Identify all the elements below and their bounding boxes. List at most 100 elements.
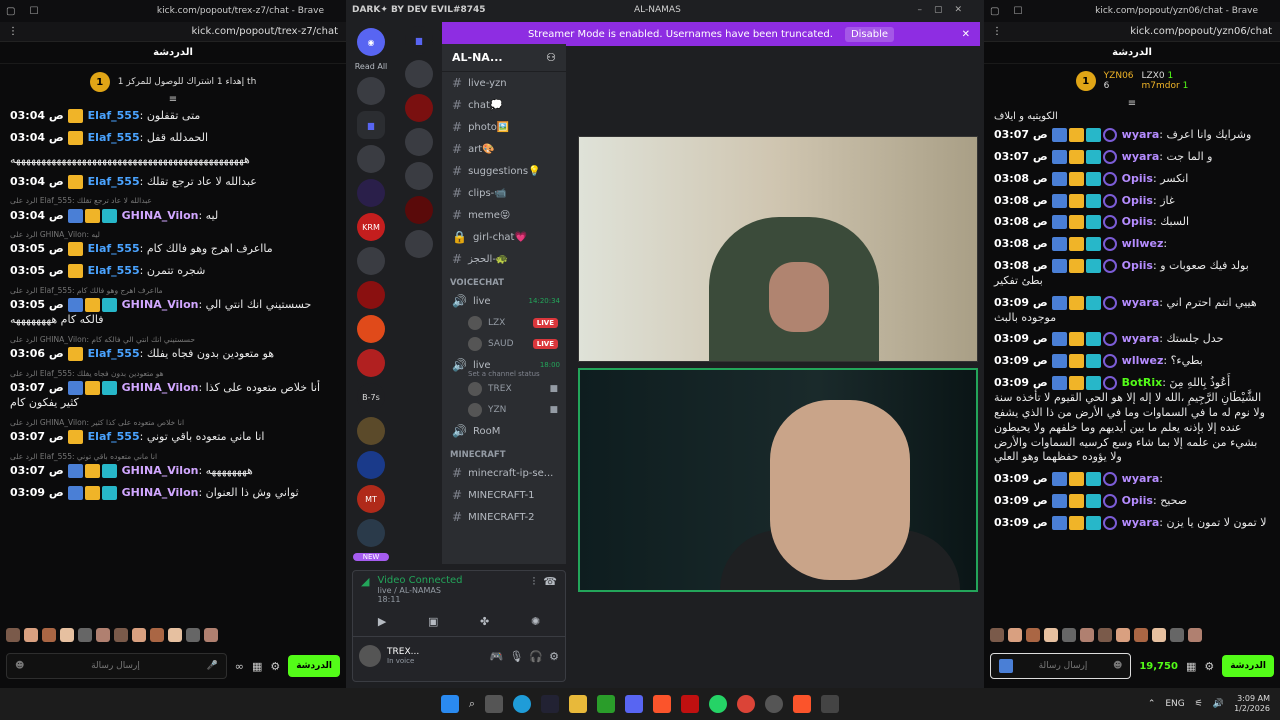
minecraft-category[interactable]: MINECRAFT [442,442,566,462]
voice-user[interactable]: TREX ■ [442,378,566,399]
minecraft-channel[interactable]: # minecraft-ip-se... [442,462,566,484]
chat-message[interactable]: 03:04 ص Elaf_555: متى تقفلون [10,109,336,124]
emote-icon[interactable] [42,628,56,642]
chat-message[interactable]: 03:09 ص wyara: لا تمون لا تمون يا يزن [994,515,1270,531]
emote-icon[interactable] [1188,628,1202,642]
minecraft-channel[interactable]: # MINECRAFT-1 [442,484,566,506]
text-channel[interactable]: 🔒 girl-chat💗 [442,226,566,248]
folder-guild-2[interactable] [405,94,433,122]
username[interactable]: wyara [1122,150,1160,163]
chat-message[interactable]: الرد على Elaf_555: مااعرف اهرج وهو فالك … [10,286,336,328]
emote-icon[interactable] [1152,628,1166,642]
discord-home-icon[interactable]: ◉ [357,28,385,56]
emote-icon[interactable] [24,628,38,642]
username[interactable]: wyara [1122,332,1160,345]
emote-icon[interactable] [1080,628,1094,642]
guild-icon-b7s[interactable]: B-7s [357,383,385,411]
guild-icon-2[interactable] [357,145,385,173]
guild-icon-6[interactable] [357,315,385,343]
folder-guild-3[interactable] [405,128,433,156]
emote-icon[interactable] [1116,628,1130,642]
right-chat-input[interactable]: إرسال رسالة ☻ [990,653,1132,679]
chat-message[interactable]: 03:07 ص wyara: وشرايك وانا اعرف [994,128,1270,143]
username[interactable]: Elaf_555 [88,264,140,277]
tab-icon[interactable]: ☐ [29,6,38,17]
chevron-up-icon[interactable]: ⌃ [1148,699,1156,709]
wifi-icon[interactable]: ⚟ [1195,699,1203,709]
minecraft-channel[interactable]: # MINECRAFT-2 [442,506,566,528]
clock[interactable]: 3:09 AM 1/2/2026 [1234,694,1270,713]
voice-channel-path[interactable]: live / AL-NAMAS [377,586,524,595]
folder-guild-6[interactable] [405,230,433,258]
server-header[interactable]: AL-NA... ⚇ [442,44,566,72]
collapse-icon[interactable]: ≡ [0,94,346,105]
voicechat-category[interactable]: VOICECHAT [442,270,566,290]
folder-open-icon[interactable]: ▆ [405,26,433,54]
chat-message[interactable]: الرد على GHINA_Vilon: ليه 03:05 ص Elaf_55… [10,230,336,257]
read-all-label[interactable]: Read All [346,62,396,71]
chat-message[interactable]: 03:08 ص wllwez: [994,237,1270,252]
emoji-icon[interactable]: ☻ [1113,661,1122,671]
disable-button[interactable]: Disable [844,26,895,42]
emote-icon[interactable] [114,628,128,642]
gift-icon[interactable]: ▦ [252,660,262,673]
emote-icon[interactable] [132,628,146,642]
folder-guild-1[interactable] [405,60,433,88]
voice-channel[interactable]: 🔊 RooM [442,420,566,442]
left-send-button[interactable]: الدردشة [288,655,340,677]
username[interactable]: GHINA_Vilon [122,381,199,394]
username[interactable]: GHINA_Vilon [122,298,199,311]
collapse-icon[interactable]: ≡ [984,98,1280,109]
chat-message[interactable]: 03:08 ص Opiis: السبك [994,215,1270,230]
guild-icon-7[interactable] [357,349,385,377]
username[interactable]: wyara [1122,128,1160,141]
emote-icon[interactable] [150,628,164,642]
voice-user[interactable]: SAUD LIVE [442,333,566,354]
chat-message[interactable]: 03:09 ص Opiis: صحيح [994,494,1270,509]
emote-icon[interactable] [1026,628,1040,642]
edge-icon[interactable] [513,695,532,713]
camera-icon[interactable]: ▶ [378,615,386,628]
right-url-bar[interactable]: ⋮ kick.com/popout/yzn06/chat [984,22,1280,42]
username[interactable]: wyara [1122,472,1160,485]
video-tile-1[interactable] [578,136,978,362]
username[interactable]: Elaf_555 [88,131,140,144]
username[interactable]: GHINA_Vilon [122,464,199,477]
emote-icon[interactable] [1170,628,1184,642]
settings-icon[interactable]: ⚙ [270,660,280,673]
voice-user[interactable]: LZX LIVE [442,312,566,333]
settings-icon[interactable]: ⚙ [1204,660,1214,673]
chat-message[interactable]: الرد على Elaf_555: عبدالله لا عاد ترجع ت… [10,196,336,223]
username[interactable]: Elaf_555 [88,430,140,443]
headset-icon[interactable]: 🎧 [529,650,543,663]
steam-icon[interactable] [541,695,560,713]
guild-icon-4[interactable] [357,247,385,275]
soundboard-icon[interactable]: ✺ [531,615,540,628]
text-channel[interactable]: # photo🖼️ [442,116,566,138]
username[interactable]: Elaf_555 [88,347,140,360]
activity-icon[interactable]: ✤ [480,615,489,628]
app-icon[interactable] [821,695,840,713]
username[interactable]: wllwez [1122,354,1164,367]
left-url[interactable]: kick.com/popout/trex-z7/chat [191,26,338,37]
guild-icon-9[interactable] [357,451,385,479]
emote-icon[interactable] [6,628,20,642]
chat-message[interactable]: 03:05 ص Elaf_555: شجره تتمرن [10,264,336,279]
emote-icon[interactable] [1062,628,1076,642]
recorder-icon[interactable] [681,695,700,713]
badge-icon[interactable] [999,659,1013,673]
discord-taskbar-icon[interactable] [625,695,644,713]
gift-icon[interactable]: ▦ [1186,660,1196,673]
text-channel[interactable]: # clips-📹 [442,182,566,204]
text-channel[interactable]: # art🎨 [442,138,566,160]
noise-icon[interactable]: ⫶ [533,575,536,589]
emote-icon[interactable] [1134,628,1148,642]
username[interactable]: Elaf_555 [88,109,140,122]
guild-icon-3[interactable] [357,179,385,207]
emote-icon[interactable] [78,628,92,642]
chat-message[interactable]: 03:09 ص wyara: [994,472,1270,487]
left-chat-input[interactable]: ☻ إرسال رسالة 🎤 [6,653,227,679]
obs-icon[interactable] [765,695,784,713]
emote-icon[interactable] [204,628,218,642]
chat-message[interactable]: 03:08 ص Opiis: غاز [994,193,1270,209]
